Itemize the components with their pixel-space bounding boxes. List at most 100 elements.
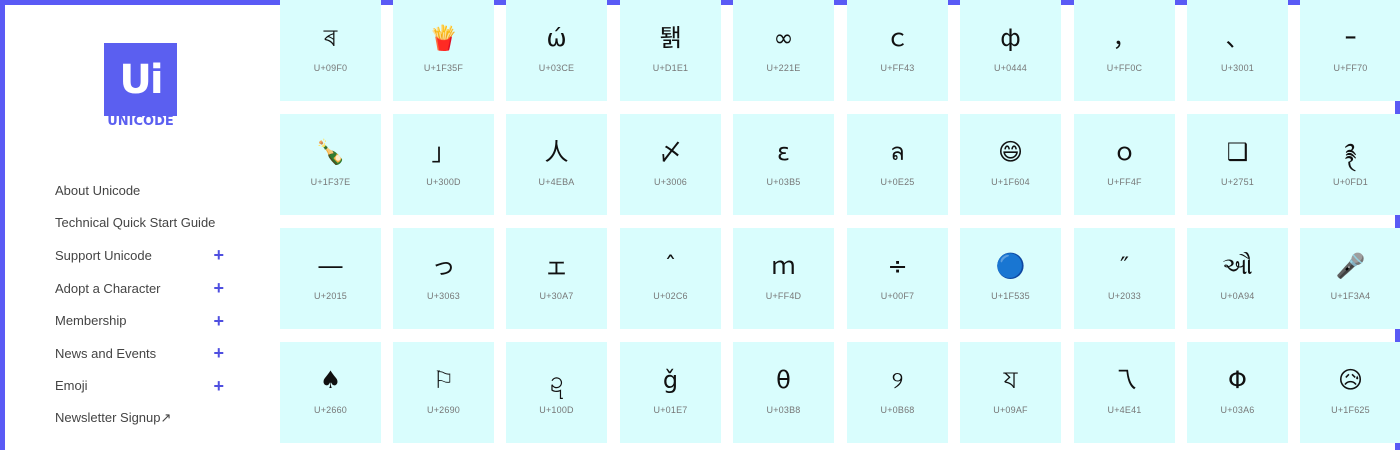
character-glyph: θ — [776, 366, 791, 394]
nav-item-label: Adopt a Character — [55, 280, 161, 296]
codepoint-label: U+1F625 — [1331, 405, 1370, 415]
character-tile[interactable]: 🎤 U+1F3A4 — [1300, 228, 1400, 329]
codepoint-label: U+09F0 — [313, 63, 348, 73]
codepoint-label: U+4EBA — [538, 177, 575, 187]
codepoint-label: U+03B8 — [766, 405, 801, 415]
nav-item-adopt-a-character[interactable]: Adopt a Character + — [55, 272, 230, 305]
character-tile[interactable]: ， U+FF0C — [1074, 0, 1175, 101]
expand-plus-icon[interactable]: + — [213, 344, 224, 362]
character-tile[interactable]: ― U+2015 — [280, 228, 381, 329]
codepoint-label: U+D1E1 — [652, 63, 689, 73]
expand-plus-icon[interactable]: + — [213, 279, 224, 297]
codepoint-label: U+0A94 — [1220, 291, 1255, 301]
codepoint-label: U+300D — [426, 177, 461, 187]
character-tile[interactable]: 🍾 U+1F37E — [280, 114, 381, 215]
character-glyph: ǧ — [662, 366, 679, 394]
character-tile[interactable]: ⚐ U+2690 — [393, 342, 494, 443]
character-tile[interactable]: θ U+03B8 — [733, 342, 834, 443]
character-tile[interactable]: ÷ U+00F7 — [847, 228, 948, 329]
character-tile[interactable]: ｰ U+FF70 — [1300, 0, 1400, 101]
character-tile[interactable]: ″ U+2033 — [1074, 228, 1175, 329]
codepoint-label: U+2690 — [427, 405, 460, 415]
nav-item-support-unicode[interactable]: Support Unicode + — [55, 239, 230, 272]
character-tile[interactable]: ώ U+03CE — [506, 0, 607, 101]
logo-wordmark: UNICODE — [107, 114, 174, 129]
codepoint-label: U+100D — [539, 405, 574, 415]
codepoint-label: U+01E7 — [653, 405, 688, 415]
expand-plus-icon[interactable]: + — [213, 246, 224, 264]
character-tile[interactable]: ❑ U+2751 — [1187, 114, 1288, 215]
character-glyph: ｃ — [885, 24, 910, 52]
character-tile[interactable]: 」 U+300D — [393, 114, 494, 215]
character-glyph: ∞ — [773, 24, 794, 52]
codepoint-label: U+1F604 — [991, 177, 1030, 187]
character-glyph: ｏ — [1112, 138, 1137, 166]
character-glyph: 〆 — [658, 138, 683, 166]
character-tile[interactable]: 😥 U+1F625 — [1300, 342, 1400, 443]
codepoint-label: U+0B68 — [880, 405, 915, 415]
nav-item-label: Emoji — [55, 378, 88, 394]
codepoint-label: U+FF4D — [765, 291, 802, 301]
character-tile[interactable]: 🔵 U+1F535 — [960, 228, 1061, 329]
character-glyph: ， — [1112, 24, 1137, 52]
codepoint-label: U+1F35F — [423, 63, 464, 73]
character-tile[interactable]: ф U+0444 — [960, 0, 1061, 101]
character-glyph: っ — [431, 252, 456, 280]
codepoint-label: U+03A6 — [1220, 405, 1255, 415]
codepoint-label: U+FF70 — [1333, 63, 1368, 73]
nav-item-membership[interactable]: Membership + — [55, 304, 230, 337]
expand-plus-icon[interactable]: + — [213, 312, 224, 330]
character-tile[interactable]: っ U+3063 — [393, 228, 494, 329]
character-tile[interactable]: ｍ U+FF4D — [733, 228, 834, 329]
character-tile[interactable]: ࿑ U+0FD1 — [1300, 114, 1400, 215]
nav-item-newsletter-signup[interactable]: Newsletter Signup↗ — [55, 402, 230, 435]
nav-item-about-unicode[interactable]: About Unicode — [55, 174, 230, 207]
character-tile[interactable]: ェ U+30A7 — [506, 228, 607, 329]
character-tile[interactable]: ε U+03B5 — [733, 114, 834, 215]
character-tile[interactable]: ୨ U+0B68 — [847, 342, 948, 443]
character-tile[interactable]: Φ U+03A6 — [1187, 342, 1288, 443]
nav-item-news-and-events[interactable]: News and Events + — [55, 337, 230, 370]
character-tile[interactable]: 〆 U+3006 — [620, 114, 721, 215]
character-glyph: ″ — [1120, 252, 1129, 280]
character-tile[interactable]: ♠ U+2660 — [280, 342, 381, 443]
codepoint-label: U+02C6 — [653, 291, 688, 301]
character-glyph: 🎤 — [1335, 252, 1366, 280]
unicode-logo[interactable]: Ui — [104, 43, 177, 116]
codepoint-label: U+FF43 — [880, 63, 915, 73]
expand-plus-icon[interactable]: + — [213, 377, 224, 395]
nav-item-technical-quick-start-guide[interactable]: Technical Quick Start Guide — [55, 207, 230, 240]
character-tile[interactable]: 、 U+3001 — [1187, 0, 1288, 101]
character-glyph: ˆ — [664, 252, 677, 280]
character-tile[interactable]: ล U+0E25 — [847, 114, 948, 215]
codepoint-label: U+4E41 — [1107, 405, 1142, 415]
codepoint-label: U+3006 — [654, 177, 687, 187]
character-tile[interactable]: ｏ U+FF4F — [1074, 114, 1175, 215]
character-glyph: Φ — [1228, 366, 1247, 394]
codepoint-label: U+221E — [766, 63, 801, 73]
codepoint-label: U+FF0C — [1106, 63, 1143, 73]
character-tile[interactable]: 人 U+4EBA — [506, 114, 607, 215]
character-glyph: ÷ — [887, 252, 908, 280]
character-tile[interactable]: ઔ U+0A94 — [1187, 228, 1288, 329]
character-tile[interactable]: 😄 U+1F604 — [960, 114, 1061, 215]
character-tile[interactable]: 퇡 U+D1E1 — [620, 0, 721, 101]
character-tile[interactable]: ｃ U+FF43 — [847, 0, 948, 101]
character-glyph: ε — [777, 138, 790, 166]
character-tile[interactable]: য U+09AF — [960, 342, 1061, 443]
nav-item-label: News and Events — [55, 345, 157, 361]
character-glyph: ৰ — [323, 24, 338, 52]
character-tile[interactable]: 🍟 U+1F35F — [393, 0, 494, 101]
character-tile[interactable]: ∞ U+221E — [733, 0, 834, 101]
character-tile[interactable]: ǧ U+01E7 — [620, 342, 721, 443]
character-tile[interactable]: ဍ U+100D — [506, 342, 607, 443]
nav-item-emoji[interactable]: Emoji + — [55, 370, 230, 403]
character-tile[interactable]: ˆ U+02C6 — [620, 228, 721, 329]
character-glyph: ⚐ — [432, 366, 455, 394]
codepoint-label: U+3001 — [1221, 63, 1254, 73]
codepoint-label: U+0444 — [994, 63, 1027, 73]
character-glyph: ェ — [544, 252, 569, 280]
character-tile[interactable]: ৰ U+09F0 — [280, 0, 381, 101]
nav-item-label: Technical Quick Start Guide — [55, 215, 216, 231]
character-tile[interactable]: 乁 U+4E41 — [1074, 342, 1175, 443]
